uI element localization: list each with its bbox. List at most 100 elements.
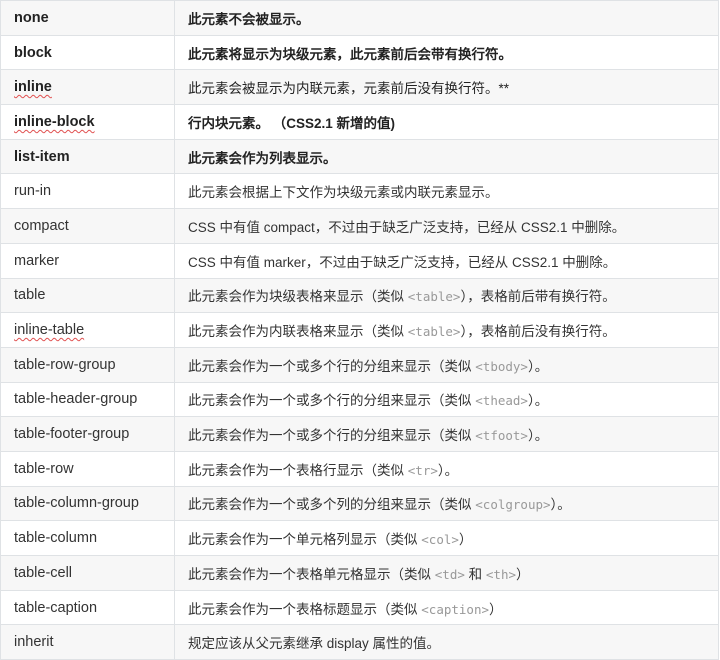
description-cell: 此元素会作为一个或多个行的分组来显示（类似 <thead>）。 <box>174 381 719 418</box>
description-cell: 此元素会被显示为内联元素，元素前后没有换行符。** <box>174 69 719 106</box>
description-text: 和 <box>464 566 486 582</box>
table-row: table-cell 此元素会作为一个表格单元格显示（类似 <td> 和 <th>… <box>0 555 719 591</box>
description-cell: 此元素会作为一个表格标题显示（类似 <caption>） <box>174 589 719 626</box>
display-value-cell: table-cell <box>0 555 175 591</box>
display-value: table-column <box>14 530 98 547</box>
description-cell: 行内块元素。 （CSS2.1 新增的值) <box>174 104 719 140</box>
display-value-cell: table-column-group <box>0 485 175 522</box>
description-text: 此元素不会被显示。 <box>188 11 310 27</box>
table-row: table-header-group 此元素会作为一个或多个行的分组来显示（类似 … <box>0 381 719 418</box>
description-text: 此元素会作为内联表格来显示（类似 <box>188 324 408 340</box>
description-text: ） <box>458 532 473 548</box>
display-values-table: none 此元素不会被显示。 block 此元素将显示为块级元素，此元素前后会带有换行… <box>0 0 719 660</box>
description-cell: 此元素会作为一个或多个行的分组来显示（类似 <tbody>）。 <box>174 346 719 383</box>
description-text: ） <box>489 601 503 617</box>
description-text: 此元素将显示为块级元素，此元素前后会带有换行符。 <box>188 46 512 62</box>
description-text: ） <box>516 566 530 582</box>
table-row: table-caption 此元素会作为一个表格标题显示（类似 <caption>… <box>0 589 719 626</box>
display-value: table-row <box>14 460 74 477</box>
table-row: inline 此元素会被显示为内联元素，元素前后没有换行符。** <box>0 69 719 106</box>
description-cell: 此元素会作为列表显示。 <box>174 138 719 175</box>
description-cell: 此元素会作为一个表格单元格显示（类似 <td> 和 <th>） <box>174 555 719 591</box>
display-value-cell: table-caption <box>0 589 175 626</box>
code-snippet: <tbody> <box>475 358 528 374</box>
table-row: run-in 此元素会根据上下文作为块级元素或内联元素显示。 <box>0 173 719 210</box>
description-cell: CSS 中有值 marker，不过由于缺乏广泛支持，已经从 CSS2.1 中删除… <box>174 242 719 279</box>
display-value: table-column-group <box>14 495 139 512</box>
description-text: 此元素会作为一个或多个行的分组来显示（类似 <box>188 393 476 409</box>
description-cell: 此元素会作为一个单元格列显示（类似 <col>） <box>174 520 719 556</box>
display-value-cell: table <box>0 277 175 314</box>
description-cell: CSS 中有值 compact，不过由于缺乏广泛支持，已经从 CSS2.1 中删… <box>174 208 719 244</box>
display-value-cell: table-header-group <box>0 381 175 418</box>
table-row: inherit 规定应该从父元素继承 display 属性的值。 <box>0 624 719 660</box>
description-cell: 此元素将显示为块级元素，此元素前后会带有换行符。 <box>174 34 719 71</box>
display-value: run-in <box>14 183 52 200</box>
table-row: compact CSS 中有值 compact，不过由于缺乏广泛支持，已经从 CS… <box>0 208 719 244</box>
display-value: block <box>14 44 52 61</box>
description-text: ），表格前后没有换行符。 <box>460 324 616 340</box>
display-value-cell: table-footer-group <box>0 416 175 452</box>
display-value-cell: compact <box>0 208 175 244</box>
display-value: table-cell <box>14 564 73 581</box>
code-snippet: <table> <box>407 289 461 305</box>
display-value: table-footer-group <box>14 426 130 443</box>
display-value: none <box>14 9 49 26</box>
display-value: table-row-group <box>14 356 116 373</box>
description-cell: 此元素会作为内联表格来显示（类似 <table>），表格前后没有换行符。 <box>174 312 719 348</box>
display-value-cell: table-column <box>0 520 175 556</box>
display-value: table-caption <box>14 599 98 616</box>
description-text: 此元素会根据上下文作为块级元素或内联元素显示。 <box>188 185 499 201</box>
description-cell: 此元素会作为块级表格来显示（类似 <table>），表格前后带有换行符。 <box>174 277 719 314</box>
display-value-cell: table-row <box>0 450 175 487</box>
display-value: compact <box>14 217 69 234</box>
code-snippet: <table> <box>407 324 461 340</box>
description-text: ）。 <box>527 428 549 444</box>
table-row: table-column 此元素会作为一个单元格列显示（类似 <col>） <box>0 520 719 556</box>
code-snippet: <caption> <box>421 601 489 617</box>
display-value: list-item <box>14 148 70 165</box>
description-text: 此元素会作为一个或多个行的分组来显示（类似 <box>188 428 476 444</box>
code-snippet: <thead> <box>475 393 528 409</box>
table-row: block 此元素将显示为块级元素，此元素前后会带有换行符。 <box>0 34 719 71</box>
table-row: none 此元素不会被显示。 <box>0 0 719 36</box>
description-text: 此元素会作为一个单元格列显示（类似 <box>188 532 422 548</box>
code-snippet: <tr> <box>407 462 438 478</box>
description-text: ）。 <box>550 497 571 513</box>
description-text: ），表格前后带有换行符。 <box>460 289 616 305</box>
description-text: 此元素会作为一个表格行显示（类似 <box>188 462 408 478</box>
table-row: table-footer-group 此元素会作为一个或多个行的分组来显示（类似 … <box>0 416 719 452</box>
table-row: list-item 此元素会作为列表显示。 <box>0 138 719 175</box>
description-cell: 此元素会根据上下文作为块级元素或内联元素显示。 <box>174 173 719 210</box>
description-text: 此元素会作为一个表格单元格显示（类似 <box>188 566 435 582</box>
description-text: 此元素会被显示为内联元素，元素前后没有换行符。** <box>188 81 510 97</box>
code-snippet: <td> <box>434 566 465 582</box>
display-value: inline-table <box>14 322 85 339</box>
description-cell: 此元素不会被显示。 <box>174 0 719 36</box>
description-text: ）。 <box>527 358 549 374</box>
description-cell: 此元素会作为一个表格行显示（类似 <tr>）。 <box>174 450 719 487</box>
display-value: marker <box>14 252 60 269</box>
table-row: table-row-group 此元素会作为一个或多个行的分组来显示（类似 <tb… <box>0 346 719 383</box>
display-value: table-header-group <box>14 391 138 408</box>
description-cell: 此元素会作为一个或多个列的分组来显示（类似 <colgroup>）。 <box>174 485 719 522</box>
table-row: marker CSS 中有值 marker，不过由于缺乏广泛支持，已经从 CSS2… <box>0 242 719 279</box>
table-row: table 此元素会作为块级表格来显示（类似 <table>），表格前后带有换行符… <box>0 277 719 314</box>
display-value-cell: inline-table <box>0 312 175 348</box>
code-snippet: <tfoot> <box>475 428 528 444</box>
description-text: CSS 中有值 marker，不过由于缺乏广泛支持，已经从 CSS2.1 中删除… <box>188 254 617 270</box>
description-text: 此元素会作为列表显示。 <box>188 150 337 166</box>
display-value-cell: inline-block <box>0 104 175 140</box>
display-value-cell: marker <box>0 242 175 279</box>
display-value: inherit <box>14 634 54 651</box>
description-text: 此元素会作为一个或多个列的分组来显示（类似 <box>188 497 476 513</box>
display-value-cell: run-in <box>0 173 175 210</box>
code-snippet: <th> <box>485 566 516 582</box>
description-text: 此元素会作为块级表格来显示（类似 <box>188 289 408 305</box>
code-snippet: <colgroup> <box>475 497 551 513</box>
description-text: ）。 <box>437 462 459 478</box>
description-text: ）。 <box>527 393 549 409</box>
table-row: table-row 此元素会作为一个表格行显示（类似 <tr>）。 <box>0 450 719 487</box>
display-value-cell: none <box>0 0 175 36</box>
display-value-cell: list-item <box>0 138 175 175</box>
